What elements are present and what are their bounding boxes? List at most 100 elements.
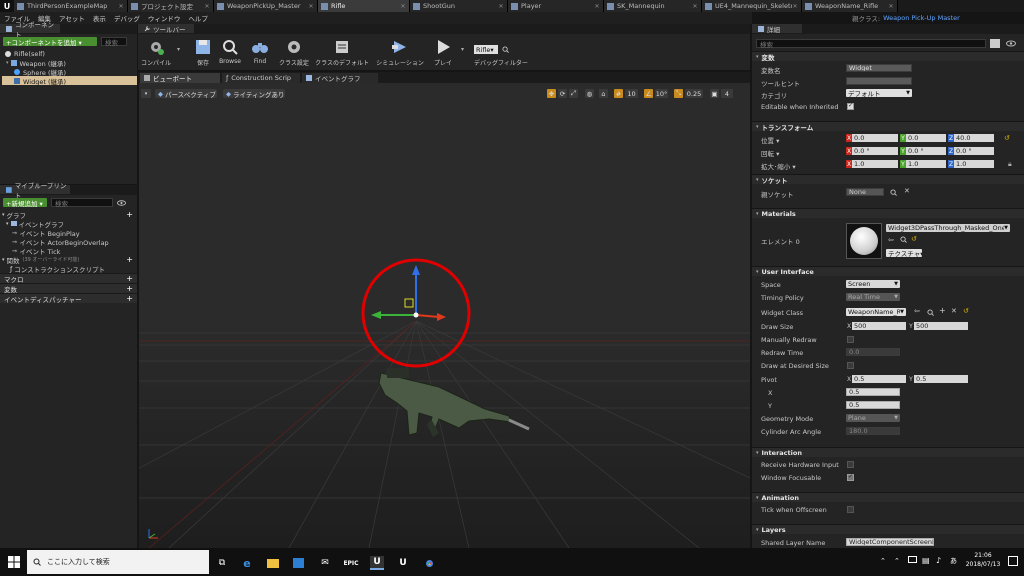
close-icon[interactable]: ✕ bbox=[692, 3, 698, 10]
save-button[interactable]: 保存 bbox=[190, 38, 216, 68]
reset-widget-class-icon[interactable]: ↺ bbox=[963, 307, 969, 315]
camera-speed-toggle[interactable]: ▣ bbox=[710, 89, 719, 98]
close-icon[interactable]: ✕ bbox=[118, 3, 124, 10]
class-settings-button[interactable]: クラス設定 bbox=[277, 38, 311, 68]
tooltip-input[interactable] bbox=[846, 77, 912, 85]
collapse-arrow-icon[interactable]: ▾ bbox=[2, 257, 5, 263]
viewport-options-button[interactable]: ▾ bbox=[141, 89, 151, 98]
browse-search-icon[interactable] bbox=[900, 236, 907, 243]
draw-desired-size-checkbox[interactable] bbox=[847, 362, 854, 369]
mail-icon[interactable]: ✉ bbox=[318, 556, 332, 570]
use-selected-arrow-icon[interactable]: ⇦ bbox=[888, 236, 894, 244]
location-z-field[interactable]: Z 40.0 bbox=[948, 134, 994, 142]
variable-name-input[interactable]: Widget bbox=[846, 64, 912, 72]
details-search-input[interactable]: 検索 bbox=[756, 39, 986, 49]
components-tab[interactable]: コンポーネント bbox=[0, 21, 60, 39]
unreal-logo-icon[interactable]: U bbox=[0, 0, 14, 12]
pivot-x-input[interactable]: 0.5 bbox=[846, 388, 900, 396]
camera-speed-value[interactable]: 4 bbox=[721, 89, 733, 98]
document-tab-8[interactable]: WeaponName_Rifle ✕ bbox=[802, 0, 898, 12]
redraw-time-input[interactable]: 0.0 bbox=[846, 348, 900, 356]
scale-label[interactable]: 拡大･縮小 ▾ bbox=[761, 161, 796, 171]
collapse-arrow-icon[interactable]: ▾ bbox=[2, 212, 5, 218]
play-options-chevron-icon[interactable]: ▾ bbox=[461, 46, 464, 53]
tab-event-graph[interactable]: イベントグラフ bbox=[302, 73, 378, 83]
variables-section[interactable]: 変数 + bbox=[0, 283, 137, 294]
document-tab-1[interactable]: プロジェクト設定 ✕ bbox=[128, 0, 214, 12]
window-focusable-checkbox[interactable] bbox=[847, 473, 854, 481]
macros-section[interactable]: マクロ + bbox=[0, 273, 137, 284]
rotation-label[interactable]: 回転 ▾ bbox=[761, 148, 779, 158]
add-dispatcher-plus-icon[interactable]: + bbox=[126, 294, 133, 304]
class-defaults-button[interactable]: クラスのデフォルト bbox=[315, 38, 369, 68]
add-new-button[interactable]: +新規追加 ▾ bbox=[3, 198, 47, 208]
toolbar-tab[interactable]: ツールバー bbox=[138, 24, 194, 34]
add-function-plus-icon[interactable]: + bbox=[126, 255, 133, 264]
rotation-z-field[interactable]: Z 0.0 ° bbox=[948, 147, 994, 155]
event-item-tick[interactable]: ⇾ イベント Tick bbox=[0, 246, 137, 256]
draw-size-label[interactable]: Draw Size bbox=[761, 323, 793, 331]
shared-layer-input[interactable]: WidgetComponentScreenLayer bbox=[846, 538, 934, 546]
geometry-mode-combo[interactable]: Plane ▼ bbox=[846, 414, 900, 422]
pivot-y-input[interactable]: 0.5 bbox=[846, 401, 900, 409]
close-icon[interactable]: ✕ bbox=[498, 3, 504, 10]
document-tab-4[interactable]: ShootGun ✕ bbox=[410, 0, 508, 12]
ui-section-header[interactable]: ▾ User Interface bbox=[752, 266, 1024, 276]
socket-section-header[interactable]: ▾ ソケット bbox=[752, 174, 1024, 185]
compile-button[interactable]: コンパイル bbox=[141, 38, 171, 68]
parent-class-link[interactable]: Weapon Pick-Up Master bbox=[883, 14, 960, 22]
grid-snap-toggle[interactable]: # bbox=[614, 89, 623, 98]
location-y-field[interactable]: Y 0.0 bbox=[900, 134, 946, 142]
close-icon[interactable]: ✕ bbox=[792, 3, 798, 10]
windows-start-icon[interactable] bbox=[8, 556, 20, 568]
battery-icon[interactable] bbox=[908, 556, 917, 563]
menu-item-6[interactable]: ヘルプ bbox=[188, 13, 208, 23]
ime-icon[interactable]: あ bbox=[950, 556, 957, 566]
interaction-section-header[interactable]: ▾ Interaction bbox=[752, 447, 1024, 457]
simulation-button[interactable]: シミュレーション bbox=[376, 38, 424, 68]
edge-browser-icon[interactable]: e bbox=[240, 556, 254, 570]
browse-search-icon[interactable] bbox=[927, 309, 934, 316]
document-tab-2[interactable]: WeaponPickUp_Master ✕ bbox=[214, 0, 318, 12]
debug-object-dropdown[interactable]: Rifle▾ bbox=[474, 45, 498, 54]
manually-redraw-checkbox[interactable] bbox=[847, 336, 854, 343]
texture-button[interactable]: テクスチャ▾ bbox=[886, 249, 922, 257]
world-local-button[interactable]: ◍ bbox=[585, 89, 594, 98]
document-tab-7[interactable]: UE4_Mannequin_Skeleton ✕ bbox=[702, 0, 802, 12]
taskbar-search-box[interactable]: ここに入力して検索 bbox=[27, 550, 209, 574]
add-plus-icon[interactable]: + bbox=[939, 306, 946, 315]
layers-section-header[interactable]: ▾ Layers bbox=[752, 524, 1024, 534]
cylinder-arc-input[interactable]: 180.0 bbox=[846, 427, 900, 435]
play-button[interactable]: プレイ bbox=[430, 38, 456, 68]
details-tab[interactable]: 詳細 bbox=[752, 24, 802, 34]
space-combo[interactable]: Screen ▼ bbox=[846, 280, 900, 288]
rotate-tool-button[interactable]: ⟳ bbox=[558, 89, 567, 98]
use-selected-arrow-icon[interactable]: ⇦ bbox=[914, 307, 920, 315]
components-search-input[interactable]: 検索 bbox=[101, 37, 127, 47]
receive-hardware-checkbox[interactable] bbox=[847, 461, 854, 468]
variable-section-header[interactable]: ▾ 変数 bbox=[752, 51, 1024, 62]
store-icon[interactable] bbox=[291, 556, 305, 570]
material-thumbnail[interactable] bbox=[846, 223, 882, 259]
clock[interactable]: 21:06 2018/07/13 bbox=[964, 551, 1002, 569]
perspective-button[interactable]: ◆ パースペクティブ bbox=[155, 89, 217, 99]
notifications-icon[interactable] bbox=[1008, 556, 1018, 566]
pivot-y-field[interactable]: Y 0.5 bbox=[908, 375, 968, 383]
task-view-icon[interactable]: ⧉ bbox=[215, 556, 229, 570]
document-tab-0[interactable]: ThirdPersonExampleMap ✕ bbox=[14, 0, 128, 12]
add-graph-plus-icon[interactable]: + bbox=[126, 210, 133, 219]
widget-class-combo[interactable]: WeaponName_Rifle▼ bbox=[846, 308, 906, 316]
clear-x-icon[interactable]: ✕ bbox=[951, 307, 957, 315]
add-component-button[interactable]: +コンポーネントを追加 ▾ bbox=[3, 37, 97, 47]
pivot-label[interactable]: Pivot bbox=[761, 376, 777, 384]
close-icon[interactable]: ✕ bbox=[204, 3, 210, 10]
tab-construction-script[interactable]: ƒ Construction Scrip bbox=[222, 73, 300, 83]
volume-icon[interactable]: ♪ bbox=[936, 556, 941, 565]
rotation-x-field[interactable]: X 0.0 ° bbox=[846, 147, 898, 155]
document-tab-3[interactable]: Rifle ✕ bbox=[318, 0, 410, 12]
browse-button[interactable]: Browse bbox=[217, 38, 243, 68]
lighting-button[interactable]: ◆ ライティングあり bbox=[223, 89, 285, 99]
close-icon[interactable]: ✕ bbox=[400, 3, 406, 10]
construction-script-item[interactable]: ƒ コンストラクションスクリプト bbox=[0, 264, 137, 274]
draw-size-y-field[interactable]: Y 500 bbox=[908, 322, 968, 330]
